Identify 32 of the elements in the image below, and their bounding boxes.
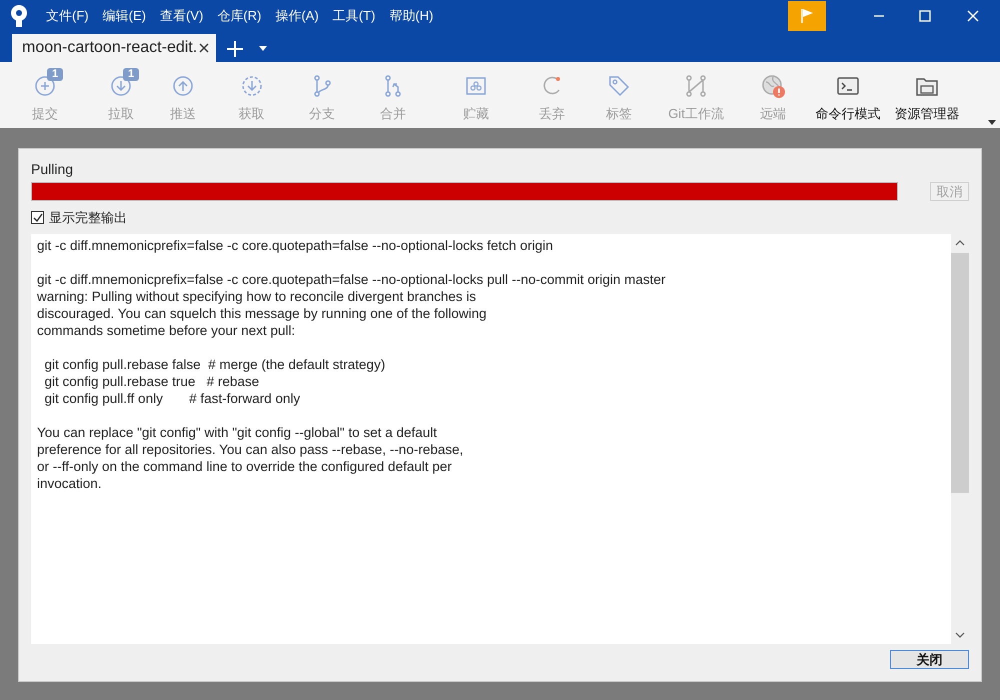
close-icon[interactable] [198,42,210,54]
menu-item[interactable]: 编辑(E) [102,6,146,26]
toolbar-button[interactable]: 资源管理器 [887,68,967,124]
app-logo-icon [10,5,28,27]
scroll-thumb[interactable] [951,252,969,492]
output-log: git -c diff.mnemonicprefix=false -c core.quotepath=false --no-optional-locks fetch origin git -c diff.mnemonicprefix=false -c core.quotepath=false --no-optional-locks pull --no-commit origin master warning: Pulling without specifying how to reconcile divergent branches is discouraged. You can squelch this message by running one of the following commands sometime before your next pull: git config pull.rebase false # merge (the default strategy) git config pull.rebase true # rebase git config pull.ff only # fast-forward only You can replace "git config" with "git config --global" to set a default preference for all repositories. You can also pass --rebase, --no-rebase, or --ff-only on the command line to override the configured default per invocation. [31,234,951,644]
count-badge: 1 [123,68,140,81]
menu-item[interactable]: 文件(F) [46,6,89,26]
overflow-icon[interactable] [988,120,996,125]
up-arrow-circle-icon [171,74,195,98]
count-badge: 1 [47,68,64,81]
menu-item[interactable]: 工具(T) [332,6,376,26]
menu-item[interactable]: 仓库(R) [217,6,262,26]
git-flow-icon [684,74,708,98]
down-arrow-dashed-circle-icon [240,74,264,98]
scroll-up-icon[interactable] [955,238,965,246]
menu-item[interactable]: 查看(V) [160,6,204,26]
checkbox[interactable] [31,211,44,224]
toolbar-button[interactable]: 命令行模式 [809,68,887,124]
tag-icon [607,74,631,98]
checkbox-label: 显示完整输出 [49,209,127,227]
scroll-down-icon[interactable] [955,630,965,638]
menu-item[interactable]: 操作(A) [275,6,319,26]
repo-tab[interactable]: moon-cartoon-react-edit. [12,34,216,62]
close-button[interactable]: 关闭 [890,650,969,668]
dropdown-icon[interactable] [258,46,268,52]
globe-warning-icon [761,74,785,98]
add-tab-icon[interactable] [226,40,244,58]
dialog-title: Pulling [31,160,74,179]
flag-icon [800,8,814,24]
maximize-icon[interactable] [918,9,932,23]
menu-item[interactable]: 帮助(H) [389,6,434,26]
